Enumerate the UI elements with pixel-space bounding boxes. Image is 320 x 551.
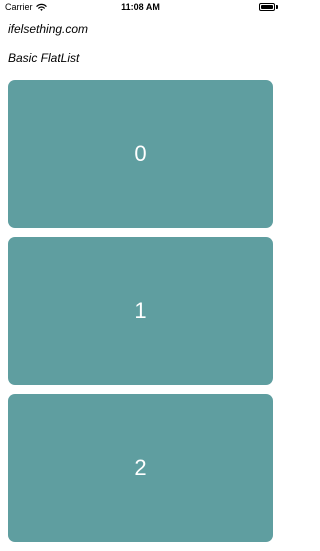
list-item-label: 2: [134, 455, 147, 480]
battery-icon: [259, 3, 275, 11]
list-item[interactable]: 2: [8, 394, 273, 542]
status-time: 11:08 AM: [121, 2, 160, 12]
status-bar: Carrier 11:08 AM: [0, 0, 281, 14]
list-item-label: 1: [134, 298, 147, 323]
list-item-label: 0: [134, 141, 147, 166]
site-title: ifelsething.com: [8, 22, 89, 36]
list-item[interactable]: 1: [8, 237, 273, 385]
list-title: Basic FlatList: [8, 51, 80, 65]
list-item[interactable]: 0: [8, 80, 273, 228]
flat-list[interactable]: 0 1 2: [8, 80, 273, 551]
battery-level: [261, 5, 273, 9]
battery-cap-icon: [276, 5, 278, 9]
